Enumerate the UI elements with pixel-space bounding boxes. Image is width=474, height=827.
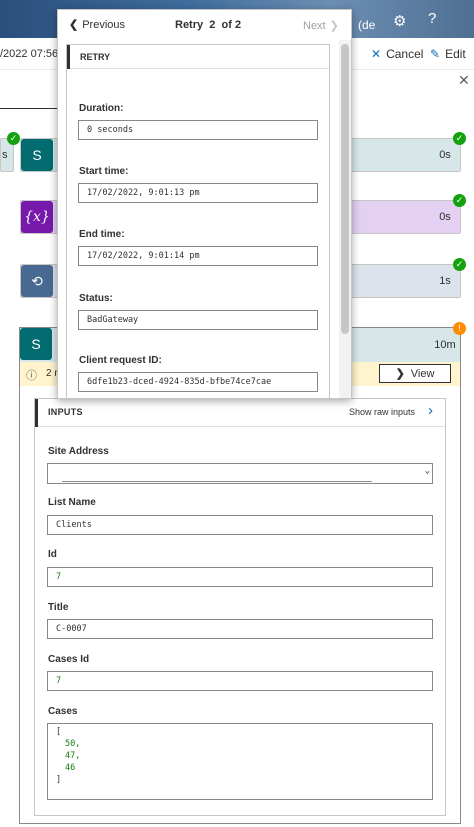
cases-close-bracket: ]	[56, 775, 62, 785]
cases-value: 46	[65, 763, 76, 773]
site-address-label: Site Address	[48, 446, 109, 457]
client-request-id-label: Client request ID:	[79, 355, 162, 366]
site-address-field: ⌄	[47, 463, 433, 484]
settings-icon[interactable]: ⚙	[393, 12, 406, 30]
title-field: C-0007	[47, 619, 433, 639]
duration-field: 0 seconds	[78, 120, 318, 140]
cases-open-bracket: [	[56, 727, 62, 737]
cases-value: 50,	[65, 739, 81, 749]
cases-field: [ 50, 47, 46 ]	[47, 723, 433, 800]
popover-header: ❮ Previous Retry 2 of 2 Next ❯	[58, 10, 351, 40]
retry-popover: ❮ Previous Retry 2 of 2 Next ❯ RETRY Durat…	[57, 9, 352, 399]
cases-id-field: 7	[47, 671, 433, 691]
success-check-icon: ✓	[7, 132, 20, 145]
client-request-id-field: 6dfe1b23-dced-4924-835d-bfbe74ce7cae	[78, 372, 318, 392]
inputs-title: INPUTS	[48, 407, 83, 417]
previous-button[interactable]: ❮ Previous	[69, 18, 125, 31]
view-button[interactable]: ❯ View	[379, 364, 451, 383]
cases-value: 47,	[65, 751, 81, 761]
sharepoint-icon: S	[21, 139, 53, 171]
end-time-field: 17/02/2022, 9:01:14 pm	[78, 246, 318, 266]
edit-button[interactable]: ✎ Edit	[430, 47, 466, 61]
divider	[0, 108, 58, 109]
chevron-right-icon[interactable]: ›	[428, 402, 433, 419]
retry-details: RETRY	[66, 44, 330, 398]
title-label: Title	[48, 602, 69, 613]
start-time-label: Start time:	[79, 166, 129, 177]
flow-step-left-label: s	[2, 149, 8, 161]
run-timestamp: /2022 07:56:	[0, 48, 62, 60]
end-time-label: End time:	[79, 229, 125, 240]
success-check-icon: ✓	[453, 132, 466, 145]
start-time-field: 17/02/2022, 9:01:13 pm	[78, 183, 318, 203]
cancel-button[interactable]: ✕ Cancel	[371, 47, 423, 61]
variable-icon: {x}	[21, 201, 53, 233]
info-icon: ⓘ	[26, 370, 37, 382]
warning-icon: !	[453, 322, 466, 335]
id-field: 7	[47, 567, 433, 587]
chevron-left-icon: ❮	[69, 19, 79, 31]
cases-id-label: Cases Id	[48, 654, 90, 665]
status-label: Status:	[79, 293, 113, 304]
chevron-right-icon: ❯	[395, 368, 405, 380]
help-icon[interactable]: ?	[428, 10, 436, 27]
loop-icon: ⟲	[21, 265, 53, 297]
duration-label: Duration:	[79, 103, 124, 114]
pencil-icon: ✎	[430, 47, 441, 61]
chevron-right-icon: ❯	[329, 20, 339, 32]
next-button[interactable]: Next ❯	[303, 19, 339, 32]
inputs-header: INPUTS Show raw inputs ›	[35, 399, 445, 427]
status-field: BadGateway	[78, 310, 318, 330]
id-label: Id	[48, 549, 57, 560]
success-check-icon: ✓	[453, 258, 466, 271]
header-partial-title: (de	[358, 18, 376, 32]
list-name-label: List Name	[48, 497, 96, 508]
retry-section-header: RETRY	[67, 45, 329, 69]
close-icon[interactable]: ✕	[458, 72, 470, 89]
scrollbar[interactable]	[341, 44, 349, 334]
cases-label: Cases	[48, 706, 78, 717]
cancel-icon: ✕	[371, 47, 382, 61]
success-check-icon: ✓	[453, 194, 466, 207]
warning-text: 2 r	[46, 368, 58, 379]
sharepoint-icon: S	[20, 328, 52, 360]
show-raw-inputs-link[interactable]: Show raw inputs	[349, 407, 415, 417]
retry-counter: Retry 2 of 2	[175, 19, 242, 31]
list-name-field: Clients	[47, 515, 433, 535]
chevron-down-icon: ⌄	[424, 466, 430, 476]
retry-section-title: RETRY	[80, 52, 111, 62]
